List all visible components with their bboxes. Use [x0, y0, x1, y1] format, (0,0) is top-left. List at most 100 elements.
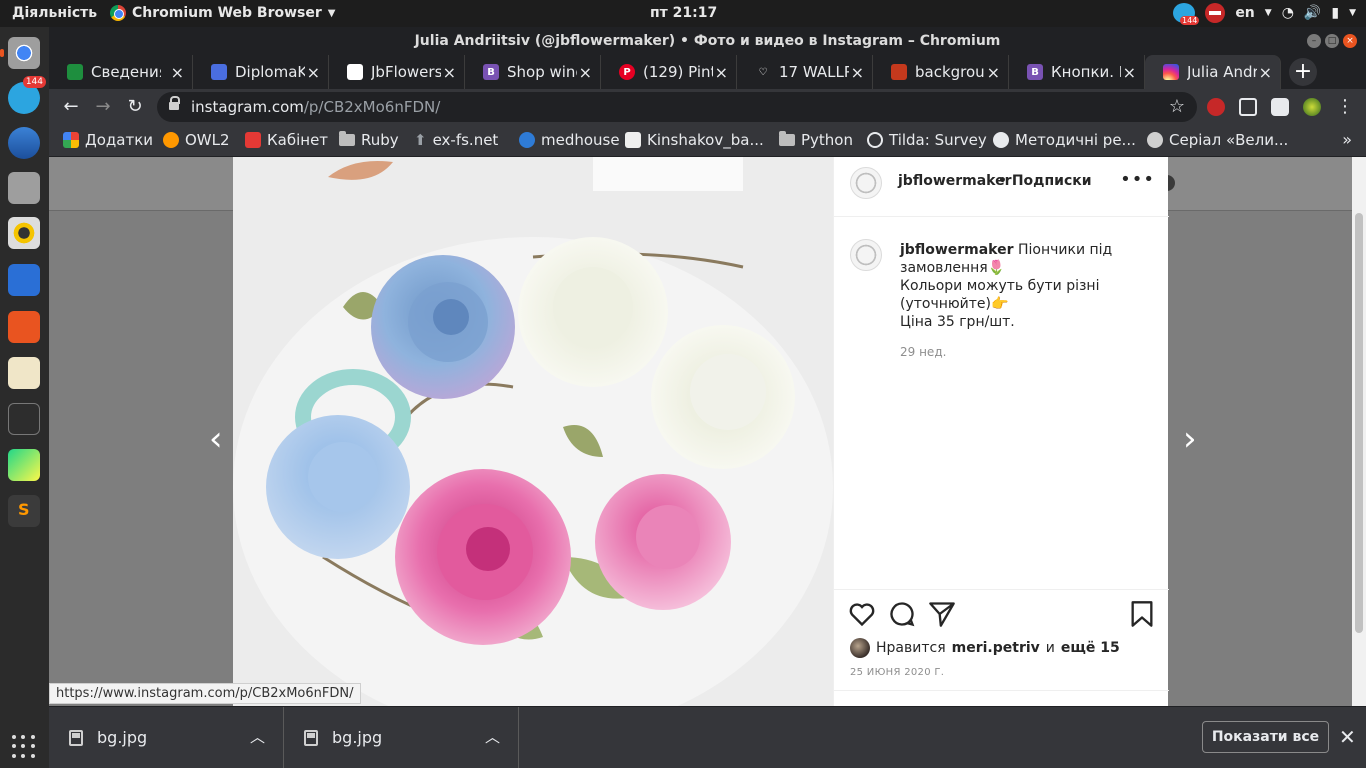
caption-age[interactable]: 29 нед.: [900, 343, 1150, 361]
comment-input-area[interactable]: [834, 690, 1169, 706]
activities-button[interactable]: Діяльність: [12, 5, 97, 21]
tab[interactable]: B Кнопки. К×: [1009, 55, 1145, 89]
follow-status[interactable]: • Подписки: [998, 173, 1092, 189]
pycharm-dock-icon[interactable]: [8, 449, 40, 481]
share-icon[interactable]: [928, 600, 956, 628]
tab[interactable]: P (129) Pinte×: [601, 55, 737, 89]
show-all-downloads-button[interactable]: Показати все: [1202, 721, 1329, 753]
telegram-tray-icon[interactable]: 144: [1173, 3, 1200, 25]
bookmark-serial[interactable]: Серіал «Вели...: [1147, 131, 1288, 149]
bookmark-methodical[interactable]: Методичні ре...: [993, 131, 1136, 149]
extension-window-icon[interactable]: [1239, 98, 1257, 116]
clock[interactable]: пт 21:17: [650, 5, 717, 21]
chromium-window: Julia Andriitsiv (@jbflowermaker) • Фото…: [49, 27, 1366, 768]
tab-active[interactable]: Julia Andr ×: [1145, 55, 1281, 89]
show-applications-icon[interactable]: [12, 735, 36, 759]
bookmark-python[interactable]: Python: [779, 131, 853, 149]
reload-icon[interactable]: ↻: [123, 95, 147, 119]
text-editor-dock-icon[interactable]: [8, 357, 40, 389]
gnome-top-bar: Діяльність Chromium Web Browser ▼ пт 21:…: [0, 0, 1366, 27]
close-tab-icon[interactable]: ×: [851, 63, 864, 82]
bookmark-kinshakov[interactable]: Kinshakov_ba...: [625, 131, 764, 149]
tab[interactable]: B Shop wind×: [465, 55, 601, 89]
close-tab-icon[interactable]: ×: [1123, 63, 1136, 82]
close-tab-icon[interactable]: ×: [715, 63, 728, 82]
language-indicator[interactable]: en: [1235, 5, 1254, 21]
close-tab-icon[interactable]: ×: [987, 63, 1000, 82]
adblock-icon[interactable]: [1207, 98, 1225, 116]
new-tab-button[interactable]: +: [1289, 58, 1317, 86]
extensions-puzzle-icon[interactable]: [1271, 98, 1289, 116]
close-tab-icon[interactable]: ×: [307, 63, 320, 82]
bookmark-star-icon[interactable]: ☆: [1169, 92, 1185, 122]
close-tab-icon[interactable]: ×: [579, 63, 592, 82]
chevron-up-icon[interactable]: ︿: [250, 726, 265, 747]
menu-dots-icon[interactable]: ⋮: [1333, 95, 1357, 119]
sublime-dock-icon[interactable]: S: [8, 495, 40, 527]
rhythmbox-dock-icon[interactable]: [8, 217, 40, 249]
tab[interactable]: DiplomaKu×: [193, 55, 329, 89]
volume-icon[interactable]: 🔊: [1304, 5, 1321, 21]
forward-icon[interactable]: →: [91, 95, 115, 119]
maximize-icon[interactable]: □: [1325, 34, 1339, 48]
profile-avatar[interactable]: [1303, 98, 1321, 116]
app-menu[interactable]: Chromium Web Browser ▼: [110, 5, 335, 21]
minimize-icon[interactable]: –: [1307, 34, 1321, 48]
software-dock-icon[interactable]: [8, 311, 40, 343]
more-options-icon[interactable]: •••: [1120, 169, 1155, 190]
tab[interactable]: backgroun×: [873, 55, 1009, 89]
tab[interactable]: Сведения ×: [49, 55, 193, 89]
caption-line: Кольори можуть бути рiзнi: [900, 278, 1100, 294]
tab[interactable]: ♡ 17 WALLPA×: [737, 55, 873, 89]
likes-more[interactable]: ещё 15: [1061, 640, 1120, 656]
caption-username[interactable]: jbflowermaker: [900, 242, 1014, 258]
likes-summary[interactable]: Нравится meri.petriv и ещё 15: [850, 638, 1120, 658]
writer-dock-icon[interactable]: [8, 264, 40, 296]
chevron-up-icon[interactable]: ︿: [485, 726, 500, 747]
author-username[interactable]: jbflowermaker: [898, 173, 1012, 189]
bookmark-ruby[interactable]: Ruby: [339, 131, 399, 149]
next-post-arrow-icon[interactable]: ›: [1183, 419, 1197, 459]
page-favicon-icon: [347, 64, 363, 80]
close-tab-icon[interactable]: ×: [1259, 63, 1272, 82]
comment-icon[interactable]: [888, 600, 916, 628]
tab[interactable]: JbFlowers ×: [329, 55, 465, 89]
back-icon[interactable]: ←: [59, 95, 83, 119]
post-photo[interactable]: [233, 157, 833, 706]
previous-post-arrow-icon[interactable]: ‹: [209, 419, 223, 459]
close-tab-icon[interactable]: ×: [443, 63, 456, 82]
do-not-disturb-icon[interactable]: [1205, 3, 1226, 23]
thunderbird-dock-icon[interactable]: [8, 127, 40, 159]
post-date[interactable]: 25 ИЮНЯ 2020 Г.: [850, 667, 944, 678]
scrollbar-thumb[interactable]: [1355, 213, 1363, 633]
telegram-dock-icon[interactable]: 144: [8, 76, 46, 114]
author-avatar[interactable]: [850, 167, 882, 199]
files-dock-icon[interactable]: [8, 172, 40, 204]
terminal-dock-icon[interactable]: [8, 403, 40, 435]
doc-favicon-icon: [211, 64, 227, 80]
page-scrollbar[interactable]: [1352, 157, 1366, 706]
caption-avatar[interactable]: [850, 239, 882, 271]
close-window-icon[interactable]: ×: [1343, 34, 1357, 48]
bookmark-apps[interactable]: Додатки: [63, 131, 153, 149]
close-downloads-icon[interactable]: ✕: [1339, 725, 1356, 749]
save-bookmark-icon[interactable]: [1128, 600, 1156, 628]
bookmark-cabinet[interactable]: Кабінет: [245, 131, 328, 149]
like-heart-icon[interactable]: [848, 600, 876, 628]
heart-favicon-icon: ♡: [758, 66, 768, 78]
likes-user[interactable]: meri.petriv: [952, 640, 1040, 656]
close-tab-icon[interactable]: ×: [171, 63, 184, 82]
address-bar[interactable]: instagram.com/p/CB2xMo6nFDN/ ☆: [157, 92, 1197, 122]
chevron-down-icon: ▼: [327, 7, 336, 19]
bookmark-owl2[interactable]: OWL2: [163, 131, 230, 149]
bookmark-medhouse[interactable]: medhouse: [519, 131, 620, 149]
download-item[interactable]: bg.jpg ︿: [49, 707, 284, 768]
download-item[interactable]: bg.jpg ︿: [284, 707, 519, 768]
chromium-dock-icon[interactable]: [0, 37, 40, 69]
system-menu-chevron-icon[interactable]: ▼: [1349, 8, 1356, 18]
bookmarks-overflow-icon[interactable]: »: [1342, 130, 1352, 149]
battery-icon[interactable]: ▮: [1331, 5, 1339, 21]
bookmark-ex-fs[interactable]: ⬆ ex-fs.net: [414, 131, 498, 149]
wifi-icon[interactable]: ◔: [1282, 5, 1294, 21]
bookmark-tilda[interactable]: Tilda: Survey: [867, 131, 987, 149]
